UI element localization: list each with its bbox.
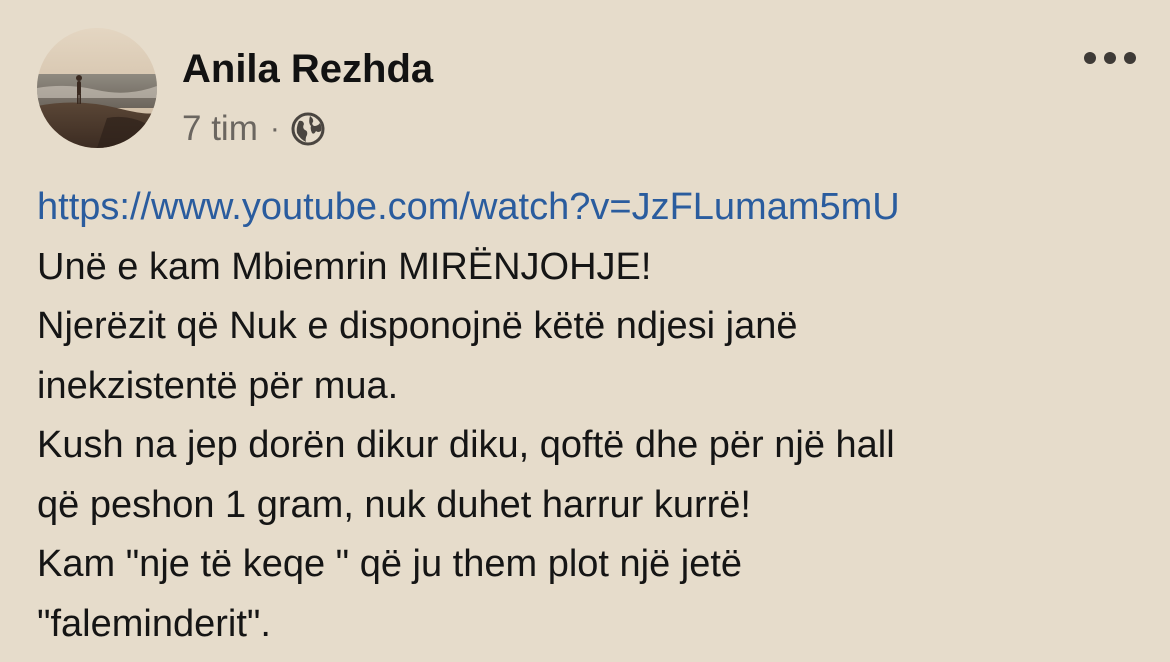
avatar-photo xyxy=(37,28,157,148)
post-text-line: inekzistentë për mua. xyxy=(37,364,399,407)
globe-icon[interactable] xyxy=(290,111,326,147)
more-dot xyxy=(1124,52,1136,64)
post-text-line: Kam "nje të keqe " që ju them plot një j… xyxy=(37,543,743,585)
author-avatar[interactable] xyxy=(37,28,157,148)
author-name[interactable]: Anila Rezhda xyxy=(182,43,433,95)
more-dot xyxy=(1084,52,1096,64)
post-text-line: që peshon 1 gram, nuk duhet harrur kurrë… xyxy=(37,483,751,526)
post-link[interactable]: https://www.youtube.com/watch?v=JzFLumam… xyxy=(37,178,1137,238)
post-text-line: Unë e kam Mbiemrin MIRËNJOHJE! xyxy=(37,245,652,288)
post-body: https://www.youtube.com/watch?v=JzFLumam… xyxy=(37,178,1137,654)
more-options-icon[interactable] xyxy=(1084,44,1136,72)
more-dot xyxy=(1104,52,1116,64)
post-text-line: Njerëzit që Nuk e disponojnë këtë ndjesi… xyxy=(37,305,798,347)
post-text-line: Kush na jep dorën dikur diku, qoftë dhe … xyxy=(37,424,895,466)
post-text-line: "faleminderit". xyxy=(37,602,271,645)
post-timestamp[interactable]: 7 tim xyxy=(182,109,258,149)
post-meta: 7 tim · xyxy=(182,106,326,152)
meta-separator: · xyxy=(269,112,280,145)
